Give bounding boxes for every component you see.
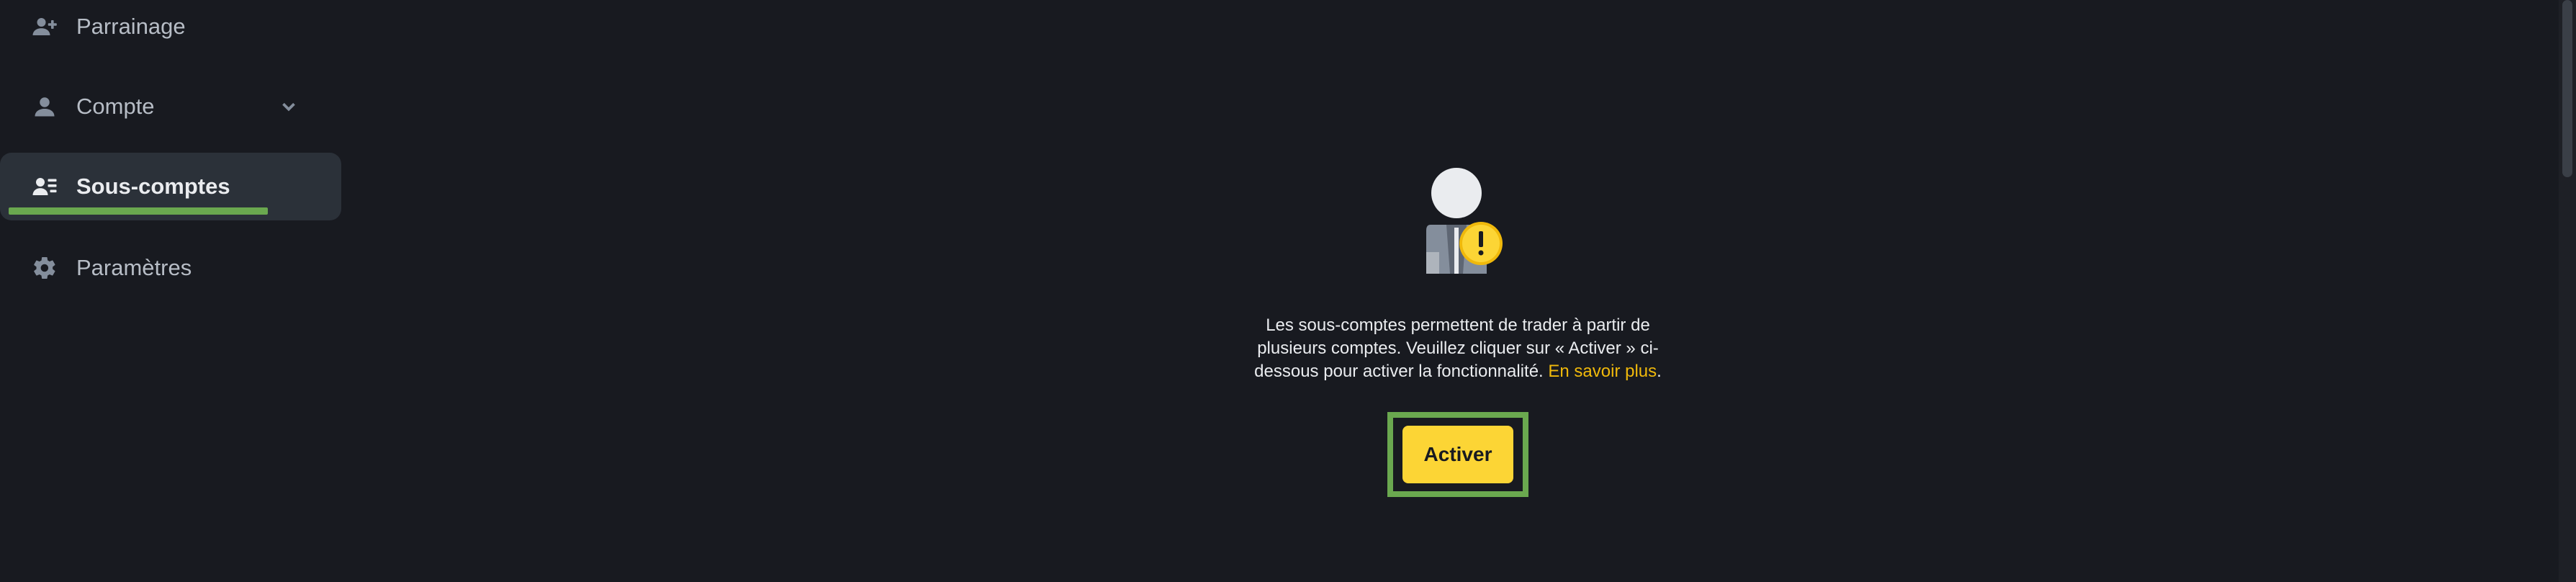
user-plus-icon <box>32 14 58 40</box>
app-root: Parrainage Compte Sous-comptes Paramètre… <box>0 0 2576 582</box>
sidebar-item-parametres[interactable]: Paramètres <box>0 234 341 302</box>
sidebar: Parrainage Compte Sous-comptes Paramètre… <box>0 0 346 582</box>
person-warning-icon <box>1393 158 1523 274</box>
activate-button-frame: Activer <box>1393 418 1523 491</box>
sidebar-item-label: Paramètres <box>76 255 192 280</box>
learn-more-link[interactable]: En savoir plus <box>1548 362 1657 381</box>
activate-button-highlight: Activer <box>1387 412 1528 497</box>
vertical-scrollbar[interactable] <box>2559 0 2576 582</box>
scrollbar-thumb[interactable] <box>2562 0 2572 177</box>
sidebar-item-label: Parrainage <box>76 14 186 39</box>
chevron-down-icon[interactable] <box>278 96 300 117</box>
user-icon <box>32 94 58 120</box>
empty-state: Les sous-comptes permettent de trader à … <box>1224 158 1692 497</box>
sidebar-item-label: Sous-comptes <box>76 174 230 199</box>
sidebar-item-compte[interactable]: Compte <box>0 73 341 140</box>
empty-state-description: Les sous-comptes permettent de trader à … <box>1235 314 1681 383</box>
sidebar-item-parrainage[interactable]: Parrainage <box>0 0 341 61</box>
gear-icon <box>32 255 58 281</box>
active-indicator <box>9 207 268 215</box>
activate-button[interactable]: Activer <box>1402 426 1513 483</box>
sidebar-item-label: Compte <box>76 94 155 119</box>
trailing-period: . <box>1657 362 1662 381</box>
user-list-icon <box>32 174 58 200</box>
